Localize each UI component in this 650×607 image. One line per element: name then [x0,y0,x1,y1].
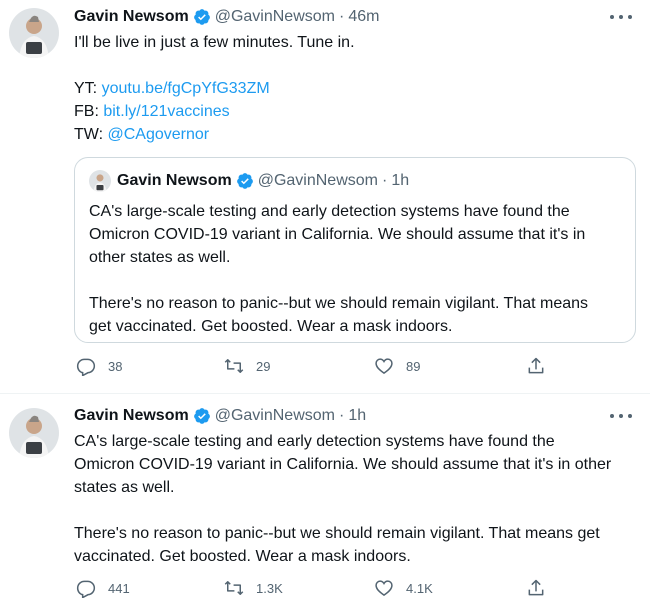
like-button[interactable]: 4.1K [374,578,433,598]
text-line: other states as well. [89,249,231,266]
share-button[interactable] [526,578,558,598]
more-options-icon[interactable] [610,12,632,22]
link-label-fb: FB: [74,103,99,120]
retweet-button[interactable]: 1.3K [224,578,283,598]
text-line: CA's large-scale testing and early detec… [74,433,555,450]
text-line: vaccinated. Get boosted. Wear a mask ind… [74,548,411,565]
tweet-text: CA's large-scale testing and early detec… [74,430,611,568]
retweet-button[interactable]: 29 [224,356,270,376]
quoted-timestamp: 1h [391,172,410,189]
like-icon [375,358,393,374]
reply-count: 38 [108,358,123,374]
like-button[interactable]: 89 [374,356,420,376]
verified-badge-icon [193,408,210,424]
tweet-header: Gavin Newsom @GavinNewsom · 1h [74,405,366,427]
tweet-actions: 441 1.3K 4.1K [74,578,554,600]
twitter-mention-link[interactable]: @CAgovernor [107,126,209,143]
facebook-link[interactable]: bit.ly/121vaccines [103,103,229,120]
share-icon [528,579,544,596]
quoted-avatar-image [89,170,111,192]
avatar-image [9,408,59,458]
text-line: CA's large-scale testing and early detec… [89,203,570,220]
reply-icon [76,358,96,376]
avatar-image [9,8,59,58]
separator-dot: · [338,407,345,424]
separator-dot: · [381,172,388,189]
quoted-tweet[interactable]: Gavin Newsom @GavinNewsom · 1h CA's larg… [74,157,636,343]
quoted-author-handle: @GavinNewsom [257,172,378,189]
quoted-avatar [89,170,111,192]
text-line: There's no reason to panic--but we shoul… [89,295,589,312]
author-handle[interactable]: @GavinNewsom [215,407,335,425]
quoted-tweet-header: Gavin Newsom @GavinNewsom · 1h [89,170,409,192]
retweet-count: 29 [256,358,271,374]
like-count: 4.1K [406,580,433,596]
avatar[interactable] [9,8,59,58]
retweet-count: 1.3K [256,580,283,596]
text-line: There's no reason to panic--but we shoul… [74,525,600,542]
tweet-text: I'll be live in just a few minutes. Tune… [74,31,355,146]
author-handle[interactable]: @GavinNewsom [215,8,335,26]
timestamp[interactable]: 1h [348,407,366,425]
author-name[interactable]: Gavin Newsom [74,407,189,425]
quoted-tweet-text: CA's large-scale testing and early detec… [89,200,588,338]
reply-count: 441 [108,580,130,596]
link-label-yt: YT: [74,80,98,97]
reply-icon [76,580,96,598]
link-label-tw: TW: [74,126,104,143]
tweet-actions: 38 29 89 [74,356,554,378]
retweet-icon [224,359,244,373]
separator-dot: · [338,8,345,25]
tweet[interactable]: Gavin Newsom @GavinNewsom · 46m I'll be … [0,0,650,394]
verified-badge-icon [236,173,253,189]
reply-button[interactable]: 38 [76,356,122,376]
tweet[interactable]: Gavin Newsom @GavinNewsom · 1h CA's larg… [0,394,650,607]
text-line: Omicron COVID-19 variant in California. … [74,456,612,473]
verified-badge-icon [193,9,210,25]
tweet-header: Gavin Newsom @GavinNewsom · 46m [74,6,379,28]
like-icon [375,580,393,596]
text-line: get vaccinated. Get boosted. Wear a mask… [89,318,453,335]
like-count: 89 [406,358,421,374]
avatar[interactable] [9,408,59,458]
share-button[interactable] [526,356,558,376]
timestamp[interactable]: 46m [348,8,379,26]
quoted-author-name: Gavin Newsom [117,172,232,189]
youtube-link[interactable]: youtu.be/fgCpYfG33ZM [102,80,270,97]
reply-button[interactable]: 441 [76,578,130,598]
more-options-icon[interactable] [610,411,632,421]
retweet-icon [224,581,244,595]
text-line: Omicron COVID-19 variant in California. … [89,226,586,243]
share-icon [528,357,544,374]
tweet-text-intro: I'll be live in just a few minutes. Tune… [74,34,355,51]
text-line: states as well. [74,479,175,496]
author-name[interactable]: Gavin Newsom [74,8,189,26]
